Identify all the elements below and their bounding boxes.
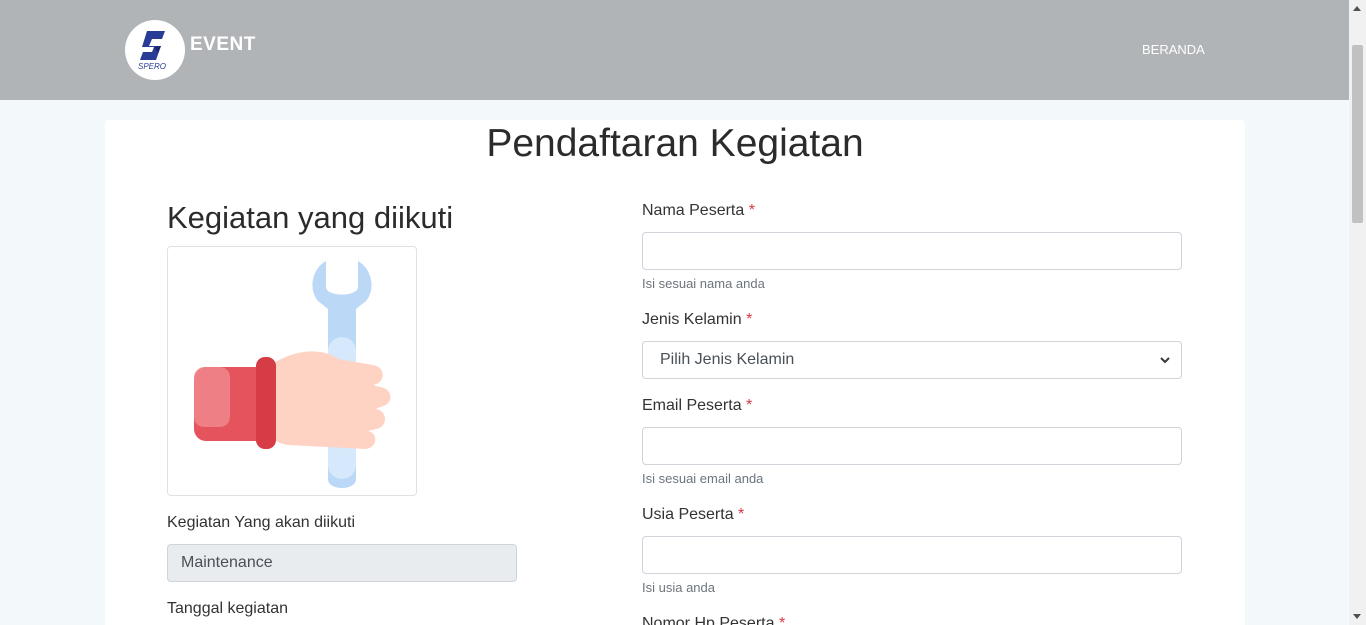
scroll-up-icon[interactable] — [1353, 6, 1361, 11]
email-input[interactable] — [642, 427, 1182, 465]
page-scrollbar[interactable] — [1349, 0, 1366, 625]
required-mark: * — [746, 311, 753, 328]
chevron-down-icon — [1160, 357, 1170, 364]
required-mark: * — [746, 397, 753, 414]
scrollbar-thumb[interactable] — [1352, 45, 1363, 223]
activity-image — [167, 246, 417, 496]
phone-label: Nomor Hp Peserta * — [642, 615, 785, 625]
email-label: Email Peserta * — [642, 397, 753, 414]
required-mark: * — [778, 615, 786, 625]
activity-value: Maintenance — [181, 554, 273, 571]
date-label: Tanggal kegiatan — [167, 600, 288, 617]
section-title: Kegiatan yang diikuti — [167, 200, 454, 235]
age-label: Usia Peserta * — [642, 506, 745, 523]
page-title: Pendaftaran Kegiatan — [486, 122, 864, 165]
registration-card: Pendaftaran Kegiatan Kegiatan yang diiku… — [105, 120, 1245, 625]
required-mark: * — [738, 506, 745, 523]
gender-label: Jenis Kelamin * — [642, 311, 753, 328]
gender-select[interactable]: Pilih Jenis Kelamin — [642, 341, 1182, 379]
name-input[interactable] — [642, 232, 1182, 270]
nav-link-beranda[interactable]: BERANDA — [1142, 42, 1205, 57]
name-help: Isi sesuai nama anda — [642, 276, 765, 291]
brand-logo[interactable]: SPERO — [125, 20, 185, 80]
wrench-hand-icon — [194, 261, 391, 488]
age-help: Isi usia anda — [642, 580, 715, 595]
spero-logo-icon — [140, 31, 165, 60]
navbar: SPERO EVENT BERANDA — [0, 0, 1349, 100]
required-mark: * — [748, 202, 755, 219]
logo-wordmark: SPERO — [138, 62, 167, 71]
email-help: Isi sesuai email anda — [642, 471, 764, 486]
name-label: Nama Peserta * — [642, 202, 755, 219]
scroll-down-icon[interactable] — [1353, 614, 1361, 619]
age-input[interactable] — [642, 536, 1182, 574]
gender-select-value: Pilih Jenis Kelamin — [660, 351, 795, 368]
activity-field[interactable]: Maintenance — [167, 544, 517, 582]
brand-name[interactable]: EVENT — [190, 34, 256, 56]
activity-label: Kegiatan Yang akan diikuti — [167, 514, 355, 531]
